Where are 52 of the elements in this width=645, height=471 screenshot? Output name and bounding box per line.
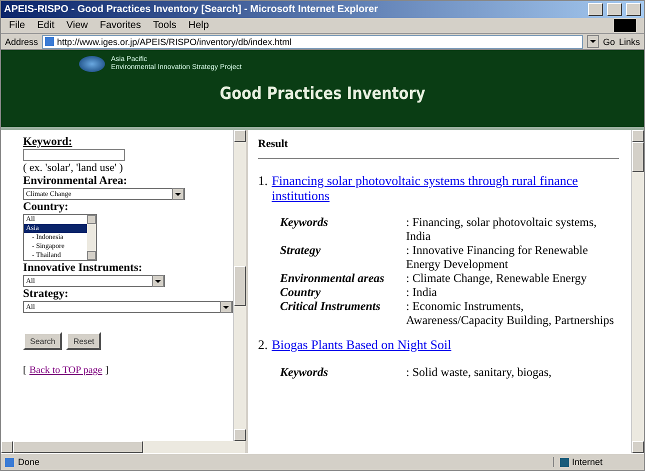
zone-icon	[560, 458, 569, 466]
hint-text: ( ex. 'solar', 'land use' )	[23, 162, 123, 174]
field-label: Strategy	[280, 243, 322, 259]
minimize-button[interactable]	[588, 3, 603, 16]
menu-item[interactable]: Favorites	[100, 20, 141, 31]
result-link[interactable]: Financing solar photovoltaic systems through rural finance institutions	[272, 173, 619, 203]
field-value: : Innovative Financing for Renewable Energy Development	[406, 243, 589, 271]
field-label: Country	[280, 285, 322, 299]
address-label: Address	[5, 36, 38, 46]
field-value: : India	[406, 285, 438, 299]
back-link[interactable]: Back to TOP page	[29, 365, 102, 376]
page-icon	[5, 458, 14, 466]
field-label: Innovative Instruments:	[23, 262, 142, 274]
menu-item[interactable]: Help	[188, 20, 209, 31]
go-button[interactable]: Go	[602, 36, 615, 46]
scrollbar[interactable]	[233, 130, 246, 441]
status-text: Done	[18, 457, 41, 467]
result-heading: Result	[258, 138, 619, 159]
page-title: Good Practices Inventory	[218, 84, 426, 104]
field-label: Country:	[23, 201, 68, 213]
window-title: APEIS-RISPO - Good Practices Inventory [Search] - Microsoft Internet Explorer	[4, 4, 379, 15]
field-value: : Financing, solar photovoltaic systems, India	[406, 215, 598, 243]
item-number: 1.	[258, 173, 268, 190]
search-button[interactable]: Search	[23, 332, 62, 350]
scrollbar[interactable]	[1, 441, 245, 453]
menu-item[interactable]: Tools	[152, 20, 176, 31]
keyword-field[interactable]	[23, 149, 125, 161]
zone-text: Internet	[572, 457, 603, 467]
globe-logo-icon	[79, 56, 105, 72]
close-button[interactable]	[626, 3, 641, 16]
address-field[interactable]: http://www.iges.or.jp/APEIS/RISPO/inventory/db/index.html	[42, 34, 583, 48]
links-button[interactable]: Links	[618, 36, 640, 46]
field-value: : Economic Instruments, Awareness/Capacity Building, Partnerships	[406, 299, 615, 327]
field-label: Environmental Area:	[23, 175, 128, 187]
field-label: Keyword:	[23, 136, 72, 148]
reset-button[interactable]: Reset	[66, 332, 102, 350]
menu-item[interactable]: File	[9, 20, 26, 31]
field-label: Critical Instruments	[280, 299, 382, 315]
field-label: Strategy:	[23, 288, 68, 300]
menu-item[interactable]: View	[66, 20, 88, 31]
field-value: : Climate Change, Renewable Energy	[406, 271, 588, 285]
result-link[interactable]: Biogas Plants Based on Night Soil	[272, 337, 452, 353]
item-number: 2.	[258, 337, 268, 353]
maximize-button[interactable]	[607, 3, 622, 16]
field-value: : Solid waste, sanitary, biogas,	[406, 365, 553, 379]
menu-item[interactable]: Edit	[37, 20, 54, 31]
scrollbar[interactable]	[631, 130, 644, 453]
field-label: Environmental areas	[280, 271, 386, 285]
bracket-text: ]	[105, 365, 109, 376]
field-label: Keywords	[280, 365, 329, 379]
field-label: Keywords	[280, 215, 329, 231]
bracket-text: [	[23, 365, 26, 376]
